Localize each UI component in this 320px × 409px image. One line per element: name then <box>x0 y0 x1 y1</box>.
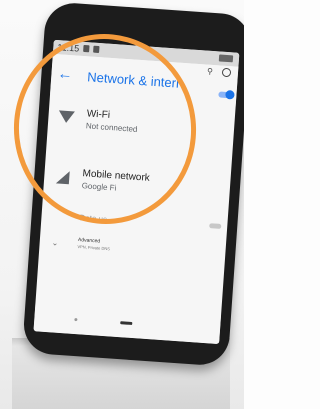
battery-icon <box>218 54 234 63</box>
search-icon[interactable]: ⚲ <box>207 67 213 76</box>
home-pill-icon[interactable] <box>120 321 133 326</box>
data-toggle[interactable] <box>209 223 222 229</box>
help-icon[interactable] <box>221 67 232 78</box>
wifi-toggle[interactable] <box>218 91 233 99</box>
navigation-bar <box>33 303 221 345</box>
advanced-subtitle: VPN, Private DNS <box>77 244 111 252</box>
chevron-down-icon[interactable]: ⌄ <box>51 238 58 247</box>
nav-back-icon[interactable] <box>74 317 78 322</box>
photo-scene: 11:15 ← Network & intern ⚲ Wi-Fi Not con… <box>0 0 244 409</box>
